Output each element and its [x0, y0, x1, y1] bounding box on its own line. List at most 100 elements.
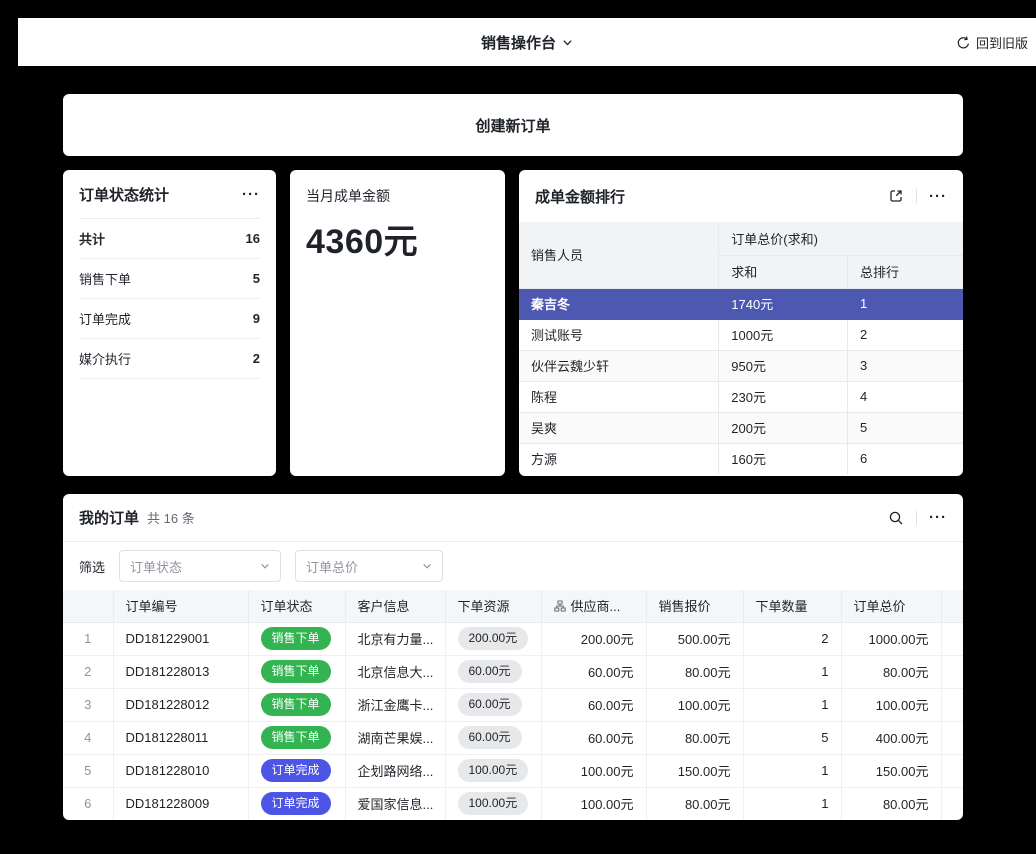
create-order-button[interactable]: 创建新订单: [63, 94, 963, 156]
filler-cell: [941, 688, 963, 721]
status-row-total[interactable]: 共计 16: [79, 219, 260, 259]
filter-placeholder: 订单状态: [130, 557, 182, 576]
status-badge: 订单完成: [261, 759, 331, 782]
ranking-row[interactable]: 吴爽 200元 5: [519, 412, 963, 443]
order-row[interactable]: 4 DD181228011 销售下单 湖南芒果娱... 60.00元 60.00…: [63, 721, 963, 754]
order-status-card: 订单状态统计 ··· 共计 16 销售下单 5 订单完成 9 媒介执行 2: [63, 170, 276, 476]
order-row[interactable]: 3 DD181228012 销售下单 浙江金鹰卡... 60.00元 60.00…: [63, 688, 963, 721]
person-rank: 1: [848, 288, 963, 319]
person-sum: 230元: [719, 381, 848, 412]
order-status-cell: 销售下单: [248, 721, 345, 754]
chevron-down-icon: [260, 561, 270, 571]
customer: 企划路网络...: [345, 754, 445, 787]
resource-pill: 60.00元: [458, 726, 522, 749]
relation-icon: [554, 600, 566, 612]
order-row[interactable]: 1 DD181229001 销售下单 北京有力量... 200.00元 200.…: [63, 622, 963, 655]
order-status-cell: 订单完成: [248, 787, 345, 820]
amount-card-title: 当月成单金额: [306, 186, 489, 206]
search-icon[interactable]: [888, 510, 904, 526]
more-icon[interactable]: ···: [929, 189, 947, 204]
order-row[interactable]: 5 DD181228010 订单完成 企划路网络... 100.00元 100.…: [63, 754, 963, 787]
person-name: 伙伴云魏少轩: [519, 350, 719, 381]
person-sum: 160元: [719, 443, 848, 474]
status-card-title: 订单状态统计: [79, 184, 169, 205]
ranking-col-person: 销售人员: [519, 222, 719, 288]
person-rank: 5: [848, 412, 963, 443]
order-qty: 1: [743, 787, 841, 820]
order-id: DD181228013: [113, 655, 248, 688]
col-filler: [941, 590, 963, 622]
supplier-price: 60.00元: [541, 721, 646, 754]
create-order-label: 创建新订单: [475, 115, 550, 136]
order-qty: 5: [743, 721, 841, 754]
row-number: 5: [63, 754, 113, 787]
ranking-card-title: 成单金额排行: [535, 186, 625, 207]
col-resource: 下单资源: [445, 590, 541, 622]
col-qty: 下单数量: [743, 590, 841, 622]
sales-quote: 80.00元: [646, 655, 743, 688]
filter-bar: 筛选 订单状态 订单总价: [63, 542, 963, 590]
order-status-cell: 销售下单: [248, 655, 345, 688]
status-row-complete[interactable]: 订单完成 9: [79, 299, 260, 339]
status-value: 2: [253, 351, 260, 366]
status-value: 16: [246, 231, 260, 246]
orders-card-title: 我的订单: [79, 507, 139, 528]
col-order-status: 订单状态: [248, 590, 345, 622]
order-id: DD181229001: [113, 622, 248, 655]
ranking-table: 销售人员 订单总价(求和) 求和 总排行 秦吉冬 1740元 1: [519, 222, 963, 474]
filler-cell: [941, 787, 963, 820]
order-total: 400.00元: [841, 721, 941, 754]
more-icon[interactable]: ···: [929, 510, 947, 525]
person-sum: 1740元: [719, 288, 848, 319]
filler-cell: [941, 622, 963, 655]
main-content: 创建新订单 订单状态统计 ··· 共计 16 销售下单 5 订单完成 9 媒介执…: [63, 94, 963, 820]
row-number: 2: [63, 655, 113, 688]
topbar: 销售操作台 回到旧版: [18, 18, 1036, 66]
order-id: DD181228011: [113, 721, 248, 754]
divider: [916, 189, 917, 203]
order-row[interactable]: 6 DD181228009 订单完成 爱国家信息... 100.00元 100.…: [63, 787, 963, 820]
order-status-cell: 订单完成: [248, 754, 345, 787]
more-icon[interactable]: ···: [242, 187, 260, 202]
supplier-price: 100.00元: [541, 754, 646, 787]
ranking-col-group: 订单总价(求和): [719, 222, 963, 255]
order-total: 80.00元: [841, 787, 941, 820]
ranking-row[interactable]: 方源 160元 6: [519, 443, 963, 474]
order-total: 1000.00元: [841, 622, 941, 655]
resource-cell: 100.00元: [445, 754, 541, 787]
status-value: 9: [253, 311, 260, 326]
person-rank: 6: [848, 443, 963, 474]
status-row-media[interactable]: 媒介执行 2: [79, 339, 260, 379]
person-name: 陈程: [519, 381, 719, 412]
col-quote: 销售报价: [646, 590, 743, 622]
filter-order-status-select[interactable]: 订单状态: [119, 550, 281, 582]
resource-pill: 60.00元: [458, 693, 522, 716]
amount-value: 4360元: [306, 214, 489, 263]
status-label: 共计: [79, 229, 105, 248]
ranking-col-sum: 求和: [719, 255, 848, 288]
filler-cell: [941, 754, 963, 787]
sales-quote: 500.00元: [646, 622, 743, 655]
person-name: 方源: [519, 443, 719, 474]
status-row-sales[interactable]: 销售下单 5: [79, 259, 260, 299]
open-external-icon[interactable]: [888, 188, 904, 204]
back-to-old-version-link[interactable]: 回到旧版: [956, 18, 1028, 66]
filter-order-total-select[interactable]: 订单总价: [295, 550, 443, 582]
my-orders-card: 我的订单 共 16 条 ··· 筛选 订单状态 订单总价: [63, 494, 963, 820]
ranking-row[interactable]: 陈程 230元 4: [519, 381, 963, 412]
ranking-row[interactable]: 伙伴云魏少轩 950元 3: [519, 350, 963, 381]
chevron-down-icon: [422, 561, 432, 571]
col-total: 订单总价: [841, 590, 941, 622]
workspace-switcher[interactable]: 销售操作台: [481, 32, 573, 53]
order-row[interactable]: 2 DD181228013 销售下单 北京信息大... 60.00元 60.00…: [63, 655, 963, 688]
order-status-cell: 销售下单: [248, 622, 345, 655]
orders-table: 订单编号 订单状态 客户信息 下单资源: [63, 590, 963, 820]
sales-quote: 80.00元: [646, 721, 743, 754]
orders-count: 共 16 条: [147, 508, 195, 527]
ranking-row[interactable]: 测试账号 1000元 2: [519, 319, 963, 350]
ranking-row[interactable]: 秦吉冬 1740元 1: [519, 288, 963, 319]
status-label: 销售下单: [79, 269, 131, 288]
chevron-down-icon: [562, 37, 573, 48]
row-number: 3: [63, 688, 113, 721]
filler-cell: [941, 655, 963, 688]
